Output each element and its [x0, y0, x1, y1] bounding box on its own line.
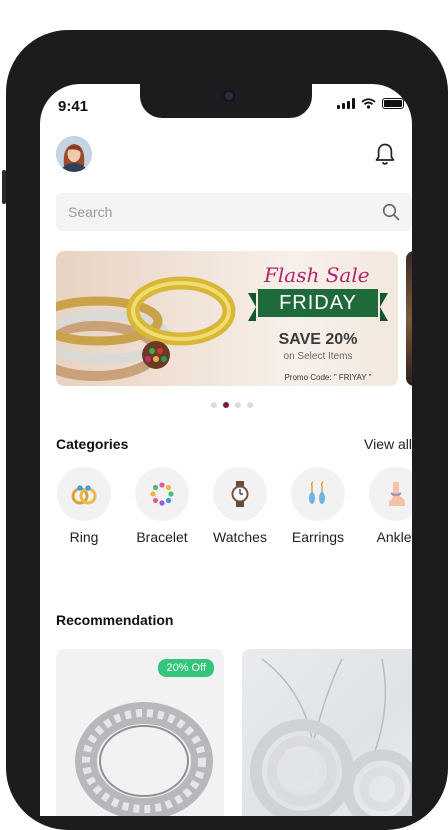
category-ring[interactable]: Ring	[56, 467, 112, 545]
category-icon-bg	[135, 467, 189, 521]
banner-offer: SAVE 20%	[278, 331, 358, 348]
search-icon[interactable]	[382, 203, 400, 221]
bangles-image	[56, 276, 236, 381]
app-screen: 9:41 Search Flash Sale FRIDAY SAVE 20% o…	[40, 84, 412, 816]
phone-frame: 9:41 Search Flash Sale FRIDAY SAVE 20% o…	[2, 30, 448, 830]
promo-banner[interactable]: Flash Sale FRIDAY SAVE 20% on Select Ite…	[56, 251, 398, 386]
battery-icon	[382, 98, 404, 109]
status-icons	[337, 98, 404, 109]
carousel-dot[interactable]	[211, 402, 217, 408]
next-banner-peek[interactable]	[406, 251, 412, 386]
silver-ring-image	[75, 702, 213, 816]
product-card[interactable]	[242, 649, 412, 816]
category-watches[interactable]: Watches	[212, 467, 268, 545]
status-time: 9:41	[58, 98, 89, 115]
category-icon-bg	[369, 467, 412, 521]
category-label: Bracelet	[136, 529, 188, 545]
category-bracelet[interactable]: Bracelet	[134, 467, 190, 545]
watch-icon	[231, 481, 249, 507]
category-icon-bg	[213, 467, 267, 521]
carousel-dot-active[interactable]	[223, 402, 229, 408]
anklet-icon	[389, 482, 405, 506]
banner-day: FRIDAY	[248, 289, 388, 321]
banner-promo-code: Promo Code: " FRIYAY "	[284, 373, 372, 382]
categories-list: Ring Bracelet Watches Earrings Anklet	[56, 467, 412, 545]
carousel-dot[interactable]	[247, 402, 253, 408]
banner-headline: Flash Sale	[264, 263, 370, 287]
carousel-dots	[211, 402, 253, 408]
front-camera	[222, 89, 236, 103]
category-icon-bg	[57, 467, 111, 521]
pendant-necklace-image	[250, 658, 412, 816]
category-earrings[interactable]: Earrings	[290, 467, 346, 545]
bracelet-icon	[150, 482, 174, 506]
category-anklet[interactable]: Anklet	[368, 467, 412, 545]
recommendation-title: Recommendation	[56, 612, 174, 628]
bell-icon	[375, 143, 395, 165]
ring-icon	[71, 485, 97, 505]
notch	[140, 84, 312, 118]
signal-icon	[337, 98, 355, 109]
earrings-icon	[309, 481, 325, 504]
category-label: Anklet	[376, 529, 412, 545]
category-label: Earrings	[291, 529, 345, 545]
search-input[interactable]: Search	[56, 193, 412, 231]
wifi-icon	[361, 98, 376, 109]
search-placeholder: Search	[68, 204, 113, 220]
category-label: Watches	[213, 529, 267, 545]
profile-photo	[56, 136, 92, 172]
view-all-link[interactable]: View all	[364, 436, 412, 452]
carousel-dot[interactable]	[235, 402, 241, 408]
category-label: Ring	[69, 529, 99, 545]
product-card[interactable]: 20% Off	[56, 649, 224, 816]
avatar[interactable]	[56, 136, 92, 172]
banner-subtitle: on Select Items	[283, 351, 353, 362]
category-icon-bg	[291, 467, 345, 521]
notification-button[interactable]	[374, 142, 396, 171]
categories-title: Categories	[56, 436, 129, 452]
